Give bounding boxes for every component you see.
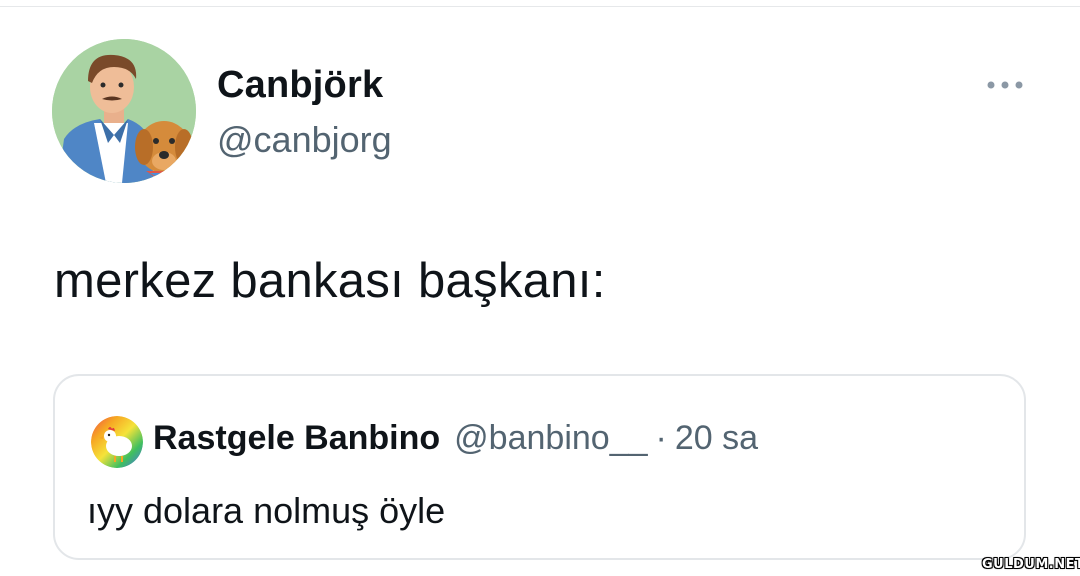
quoted-handle[interactable]: @banbino__ [454, 419, 647, 458]
more-options-button[interactable] [982, 70, 1028, 100]
tweet-text: merkez bankası başkanı: [54, 254, 606, 308]
author-display-name[interactable]: Canbjörk [217, 64, 383, 107]
separator-dot: · [655, 419, 667, 457]
quoted-tweet-text: ıyy dolara nolmuş öyle [87, 490, 446, 531]
author-avatar[interactable] [52, 39, 196, 183]
profile-avatar-icon [52, 39, 196, 183]
quoted-display-name[interactable]: Rastgele Banbino [153, 419, 440, 458]
quoted-tweet-card[interactable]: Rastgele Banbino @banbino__ · 20 sa ıyy … [53, 374, 1026, 560]
more-horizontal-icon [987, 81, 1023, 89]
chicken-rainbow-avatar-icon [91, 416, 143, 468]
author-handle[interactable]: @canbjorg [217, 119, 392, 161]
quoted-author-avatar[interactable] [91, 416, 143, 468]
quoted-timestamp[interactable]: 20 sa [675, 419, 758, 458]
quoted-tweet-header: Rastgele Banbino @banbino__ · 20 sa [153, 419, 758, 458]
top-divider [0, 6, 1080, 7]
watermark: GULDUM.NET [982, 557, 1080, 572]
